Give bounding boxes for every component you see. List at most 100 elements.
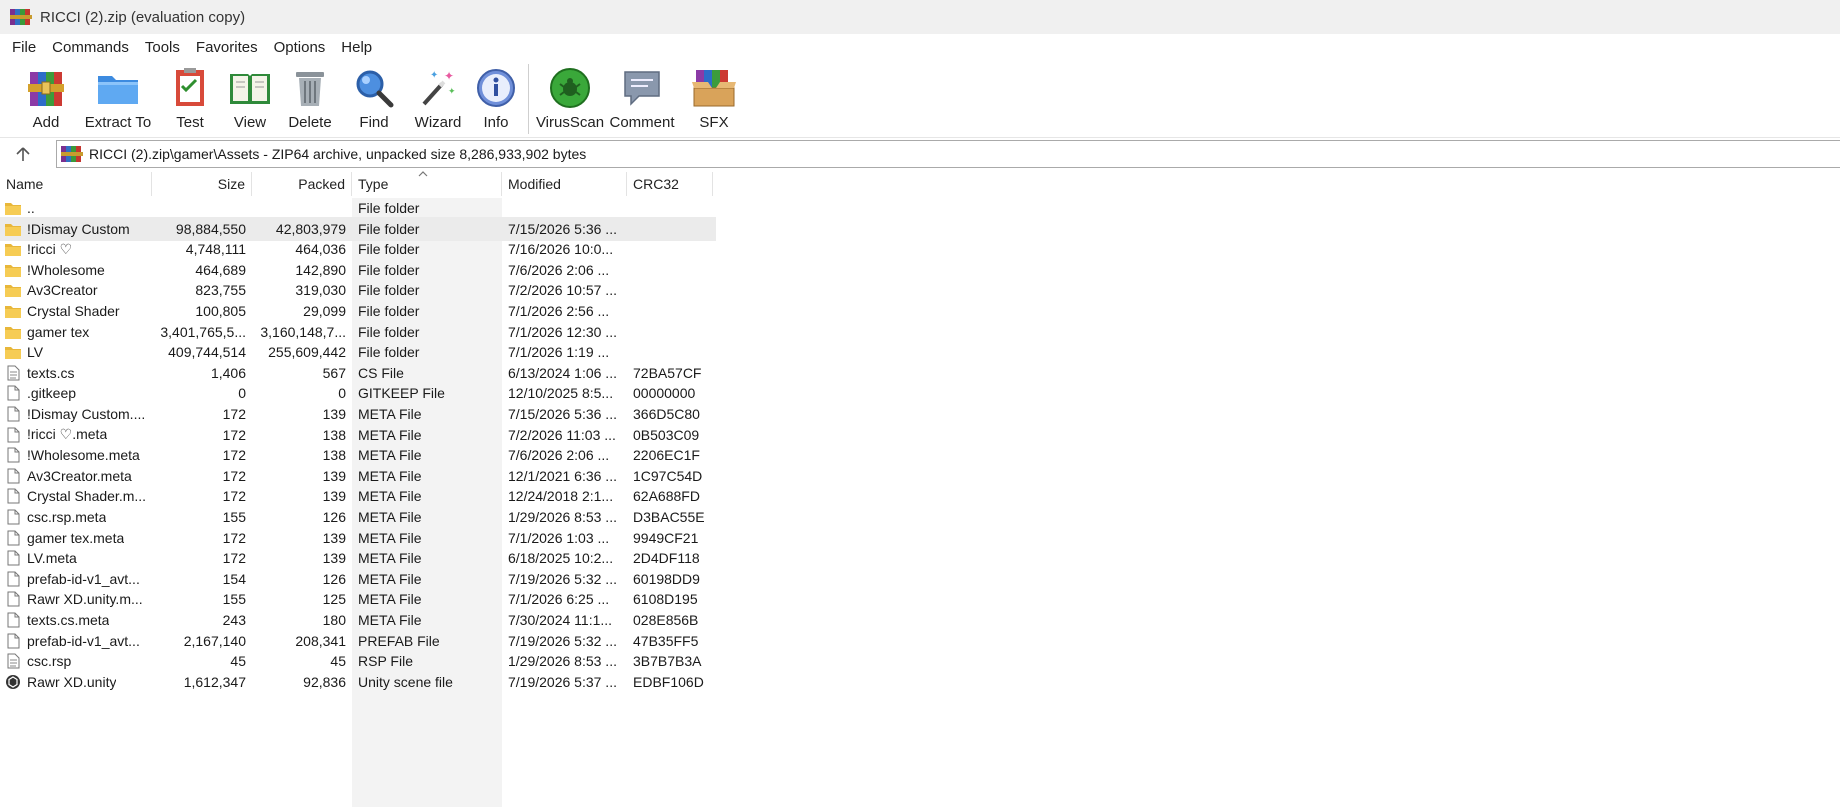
file-name: !ricci ♡.meta xyxy=(27,426,108,443)
file-row[interactable]: Rawr XD.unity 1,612,347 92,836 Unity scene … xyxy=(0,670,716,694)
column-header-name[interactable]: Name xyxy=(0,172,152,196)
blank-file-icon xyxy=(4,406,22,422)
column-name-label: Name xyxy=(6,176,44,192)
delete-label: Delete xyxy=(288,114,332,131)
folder-icon xyxy=(4,241,22,257)
text-file-icon xyxy=(4,365,22,381)
up-folder-button[interactable] xyxy=(0,140,46,168)
name-cell: Rawr XD.unity xyxy=(4,670,152,694)
svg-text:✦: ✦ xyxy=(430,70,438,81)
comment-button[interactable]: Comment xyxy=(605,60,679,134)
menu-favorites[interactable]: Favorites xyxy=(188,39,266,56)
file-name: prefab-id-v1_avt... xyxy=(27,570,140,587)
file-name: LV xyxy=(27,344,44,361)
file-name: !ricci ♡ xyxy=(27,240,73,257)
column-header-crc32[interactable]: CRC32 xyxy=(627,172,713,196)
blank-file-icon xyxy=(4,591,22,607)
column-size-label: Size xyxy=(217,176,245,192)
sfx-button[interactable]: SFX xyxy=(679,60,749,134)
crc32-value: EDBF106D xyxy=(633,673,704,690)
magnifier-icon xyxy=(350,64,398,112)
file-list: Name Size Packed Type Modified CRC32 .. F… xyxy=(0,171,1840,807)
address-bar: RICCI (2).zip\gamer\Assets - ZIP64 archi… xyxy=(0,139,1840,169)
test-label: Test xyxy=(176,114,204,131)
sfx-box-icon xyxy=(690,64,738,112)
sort-ascending-icon xyxy=(418,171,428,177)
test-button[interactable]: Test xyxy=(158,60,222,134)
column-modified-label: Modified xyxy=(508,176,561,192)
modified-date: 7/19/2026 5:37 ... xyxy=(508,673,617,690)
list-header: Name Size Packed Type Modified CRC32 xyxy=(0,171,716,196)
menu-options[interactable]: Options xyxy=(266,39,334,56)
file-name: gamer tex xyxy=(27,323,90,340)
file-name: Rawr XD.unity.m... xyxy=(27,591,143,608)
delete-button[interactable]: Delete xyxy=(278,60,342,134)
file-name: texts.cs xyxy=(27,364,75,381)
column-header-packed[interactable]: Packed xyxy=(252,172,352,196)
blank-file-icon xyxy=(4,427,22,443)
menu-tools[interactable]: Tools xyxy=(137,39,188,56)
file-name: !Wholesome.meta xyxy=(27,447,140,464)
svg-text:✦: ✦ xyxy=(444,69,454,83)
column-crc-label: CRC32 xyxy=(633,176,679,192)
virusscan-label: VirusScan xyxy=(535,114,605,131)
blank-file-icon xyxy=(4,509,22,525)
info-button[interactable]: Info xyxy=(470,60,522,134)
blank-file-icon xyxy=(4,633,22,649)
text-file-icon xyxy=(4,653,22,669)
packed-size: 92,836 xyxy=(303,673,346,690)
address-path-text: RICCI (2).zip\gamer\Assets - ZIP64 archi… xyxy=(89,146,587,162)
comment-icon xyxy=(618,64,666,112)
svg-text:✦: ✦ xyxy=(448,86,456,96)
column-packed-label: Packed xyxy=(298,176,345,192)
find-label: Find xyxy=(359,114,389,131)
file-name: Crystal Shader xyxy=(27,303,120,319)
extract-to-label: Extract To xyxy=(84,114,152,131)
arrow-up-icon xyxy=(16,147,30,161)
file-name: LV.meta xyxy=(27,550,77,567)
blank-file-icon xyxy=(4,612,22,628)
comment-label: Comment xyxy=(609,114,675,131)
blank-file-icon xyxy=(4,550,22,566)
folder-icon xyxy=(4,303,22,319)
find-button[interactable]: Find xyxy=(342,60,406,134)
file-name: csc.rsp.meta xyxy=(27,509,107,525)
address-path-field[interactable]: RICCI (2).zip\gamer\Assets - ZIP64 archi… xyxy=(56,140,1840,168)
menu-commands[interactable]: Commands xyxy=(44,39,137,56)
add-button[interactable]: Add xyxy=(14,60,78,134)
wizard-button[interactable]: ✦ ✦ ✦ Wizard xyxy=(406,60,470,134)
info-label: Info xyxy=(483,114,509,131)
blank-file-icon xyxy=(4,385,22,401)
file-name: !Wholesome xyxy=(27,261,105,278)
file-name: Crystal Shader.m... xyxy=(27,488,147,505)
column-type-label: Type xyxy=(358,176,389,192)
column-header-modified[interactable]: Modified xyxy=(502,172,627,196)
file-name: csc.rsp xyxy=(27,653,72,670)
unity-file-icon xyxy=(4,674,22,690)
test-checklist-icon xyxy=(166,64,214,112)
trash-icon xyxy=(286,64,334,112)
winrar-logo-icon xyxy=(10,7,32,27)
file-name: Av3Creator xyxy=(27,282,98,299)
file-name: Rawr XD.unity xyxy=(27,673,117,690)
folder-icon xyxy=(4,221,22,237)
blank-file-icon xyxy=(4,530,22,546)
file-name: prefab-id-v1_avt... xyxy=(27,632,140,649)
archive-icon xyxy=(61,144,83,164)
virusscan-button[interactable]: VirusScan xyxy=(535,60,605,134)
blank-file-icon xyxy=(4,447,22,463)
file-name: !Dismay Custom.... xyxy=(27,406,146,422)
wizard-wand-icon: ✦ ✦ ✦ xyxy=(414,64,462,112)
folder-icon xyxy=(4,344,22,360)
extract-folder-icon xyxy=(94,64,142,112)
file-name: !Dismay Custom xyxy=(27,220,130,237)
view-button[interactable]: View xyxy=(222,60,278,134)
menu-file[interactable]: File xyxy=(4,39,44,56)
menu-help[interactable]: Help xyxy=(333,39,380,56)
view-book-icon xyxy=(226,64,274,112)
folder-icon xyxy=(4,200,22,216)
extract-to-button[interactable]: Extract To xyxy=(78,60,158,134)
folder-icon xyxy=(4,282,22,298)
wizard-label: Wizard xyxy=(414,114,462,131)
column-header-size[interactable]: Size xyxy=(152,172,252,196)
